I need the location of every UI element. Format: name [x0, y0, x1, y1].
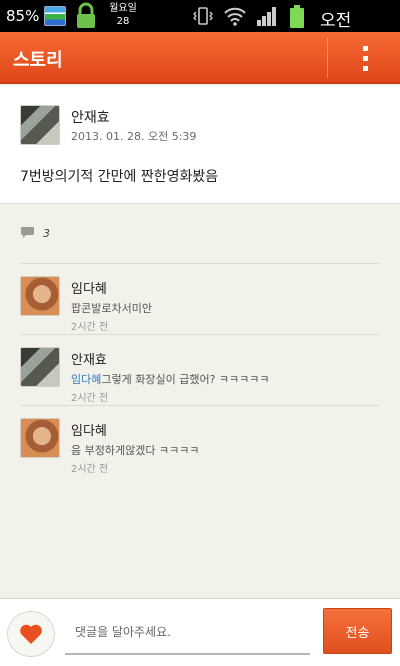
comment-input[interactable] — [65, 611, 310, 655]
comment-avatar[interactable] — [20, 418, 60, 458]
like-button[interactable] — [7, 611, 55, 657]
lock-icon — [77, 2, 95, 28]
comment-text: 음 부정하게않겠다 ㅋㅋㅋㅋ — [71, 442, 199, 458]
comment-count-value: 3 — [43, 226, 50, 240]
date-day: 28 — [116, 16, 130, 27]
comment-avatar[interactable] — [20, 276, 60, 316]
comment-item: 안재효 임다혜그렇게 화장실이 급했어? ㅋㅋㅋㅋㅋ 2시간 전 — [20, 335, 380, 406]
comment-compose-bar: 전송 — [0, 598, 400, 666]
comment-text: 팝콘발로차서미안 — [71, 300, 152, 316]
comment-avatar[interactable] — [20, 347, 60, 387]
heart-icon — [20, 624, 42, 644]
menu-dot-icon — [362, 45, 368, 51]
app-bar: 스토리 — [0, 32, 400, 84]
speech-bubble-icon — [21, 227, 34, 238]
app-bar-divider — [327, 38, 328, 78]
comment-author[interactable]: 임다혜 — [71, 420, 107, 439]
date-weekday: 월요일 — [109, 3, 137, 14]
battery-percent: 85% — [6, 7, 40, 25]
comment-count: 3 — [20, 226, 50, 240]
post-author-name[interactable]: 안재효 — [71, 107, 110, 127]
comment-mention[interactable]: 임다혜 — [71, 373, 101, 386]
status-bar: 85% 월요일 28 오전 — [0, 0, 400, 51]
comment-message: 그렇게 화장실이 급했어? ㅋㅋㅋㅋㅋ — [101, 373, 270, 386]
comment-author[interactable]: 안재효 — [71, 349, 107, 368]
comment-time: 2시간 전 — [71, 322, 109, 333]
comment-list: 임다혜 팝콘발로차서미안 2시간 전 안재효 임다혜그렇게 화장실이 급했어? … — [20, 263, 380, 477]
comment-time: 2시간 전 — [71, 393, 109, 404]
menu-dot-icon — [362, 55, 368, 61]
post-body: 7번방의기적 간만에 짠한영화봤음 — [20, 169, 219, 185]
comment-message: 음 부정하게않겠다 ㅋㅋㅋㅋ — [71, 444, 200, 457]
comment-item: 임다혜 팝콘발로차서미안 2시간 전 — [20, 264, 380, 335]
menu-dot-icon — [362, 65, 368, 71]
story-post: 안재효 2013. 01. 28. 오전 5:39 7번방의기적 간만에 짠한영… — [0, 86, 400, 204]
comment-item: 임다혜 음 부정하게않겠다 ㅋㅋㅋㅋ 2시간 전 — [20, 406, 380, 477]
comment-author[interactable]: 임다혜 — [71, 278, 107, 297]
notification-app-icon — [44, 6, 66, 26]
wifi-icon — [224, 7, 246, 26]
post-author-avatar[interactable] — [20, 105, 60, 145]
overflow-menu-button[interactable] — [345, 38, 385, 78]
app-root: 85% 월요일 28 오전 스토리 안재효 2013. 01. 28. 오전 5… — [0, 0, 400, 666]
comment-message: 팝콘발로차서미안 — [71, 302, 152, 315]
comment-text: 임다혜그렇게 화장실이 급했어? ㅋㅋㅋㅋㅋ — [71, 371, 270, 387]
vibrate-icon — [193, 7, 213, 25]
comment-time: 2시간 전 — [71, 464, 109, 475]
post-date: 2013. 01. 28. 오전 5:39 — [71, 130, 197, 143]
battery-icon — [290, 5, 304, 28]
page-title: 스토리 — [13, 50, 63, 71]
notification-date: 월요일 28 — [106, 2, 140, 28]
signal-icon — [257, 7, 276, 26]
send-button[interactable]: 전송 — [323, 608, 392, 654]
